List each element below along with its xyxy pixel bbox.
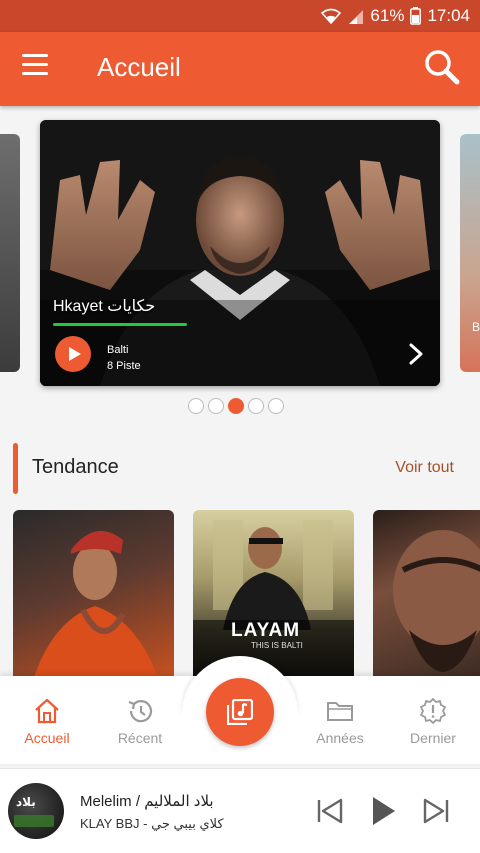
home-icon	[35, 698, 59, 724]
skip-next-icon	[423, 798, 449, 824]
carousel-pagination	[188, 398, 284, 414]
section-title: Tendance	[32, 456, 119, 478]
search-icon	[425, 50, 460, 85]
featured-cover-image	[40, 120, 440, 386]
carousel-prev-card[interactable]	[0, 134, 20, 372]
status-bar: 61% 17:04	[0, 0, 480, 32]
music-library-icon	[227, 699, 253, 725]
menu-icon	[22, 54, 48, 57]
signal-icon	[349, 10, 364, 24]
history-icon	[128, 700, 153, 723]
bottom-navigation: Accueil Récent Années Dernier	[0, 656, 480, 764]
library-fab-button[interactable]	[206, 678, 274, 746]
clock: 17:04	[427, 6, 470, 25]
player-track-title: Melelim / بلاد الملاليم	[80, 793, 214, 810]
play-button[interactable]	[366, 793, 402, 829]
player-track-artist: KLAY BBJ - كلاي بيبي جي	[80, 816, 224, 831]
trending-card-1[interactable]	[13, 510, 174, 680]
carousel-dot[interactable]	[208, 398, 224, 414]
carousel-next-card[interactable]: B	[460, 134, 480, 372]
trending-cover-image-3	[393, 530, 480, 672]
nav-item-home[interactable]: Accueil	[7, 698, 87, 748]
featured-track-count: 8 Piste	[107, 360, 141, 372]
featured-title: Hkayet حكايات	[53, 298, 156, 315]
trending-cover-subtitle: THIS IS BALTI	[251, 641, 303, 650]
player-album-art[interactable]: بلاد	[8, 783, 64, 839]
battery-percent: 61%	[370, 6, 405, 25]
previous-button[interactable]	[312, 793, 348, 829]
nav-label-recent: Récent	[117, 730, 163, 746]
folder-icon	[327, 702, 353, 721]
chevron-right-icon	[409, 343, 423, 365]
play-icon	[373, 797, 395, 825]
battery-icon	[410, 7, 422, 25]
nav-label-home: Accueil	[24, 730, 70, 746]
player-art-decoration	[14, 815, 54, 827]
featured-artist: Balti	[107, 344, 129, 356]
section-accent-bar	[13, 443, 18, 494]
carousel-dot-active[interactable]	[228, 398, 244, 414]
carousel-dot[interactable]	[188, 398, 204, 414]
peek-title: B	[472, 320, 480, 334]
carousel-dot[interactable]	[268, 398, 284, 414]
trending-cover-title: LAYAM	[231, 620, 301, 641]
featured-play-button[interactable]	[55, 336, 91, 372]
nav-item-years[interactable]: Années	[300, 698, 380, 748]
trending-card-2[interactable]: LAYAM THIS IS BALTI	[193, 510, 354, 680]
trending-card-3[interactable]	[373, 510, 480, 680]
badge-icon	[420, 698, 446, 724]
trending-cover-image-1	[33, 531, 159, 680]
featured-progress-bar	[53, 323, 187, 326]
nav-label-years: Années	[316, 730, 364, 746]
menu-icon-line	[22, 63, 48, 66]
nav-item-recent[interactable]: Récent	[100, 698, 180, 748]
featured-card[interactable]: Hkayet حكايات Balti 8 Piste	[40, 120, 440, 386]
nav-label-latest: Dernier	[410, 730, 456, 746]
carousel-dot[interactable]	[248, 398, 264, 414]
skip-previous-icon	[317, 798, 343, 824]
trending-cover-image-2	[193, 520, 354, 680]
nav-item-latest[interactable]: Dernier	[393, 698, 473, 748]
see-all-link[interactable]: Voir tout	[395, 459, 454, 477]
featured-carousel[interactable]: B Hkayet حكايات Balti 8 Piste	[0, 106, 480, 426]
next-button[interactable]	[418, 793, 454, 829]
menu-icon-line	[22, 72, 48, 75]
status-icons: 61% 17:04	[320, 5, 470, 27]
search-button[interactable]	[422, 48, 462, 88]
player-art-text: بلاد	[16, 795, 36, 809]
page-title: Accueil	[97, 52, 181, 82]
app-bar: Accueil	[0, 32, 480, 106]
wifi-icon	[321, 8, 342, 25]
mini-player[interactable]: بلاد Melelim / بلاد الملاليم KLAY BBJ - …	[0, 768, 480, 853]
featured-next-button[interactable]	[404, 342, 428, 366]
menu-button[interactable]	[22, 54, 54, 84]
